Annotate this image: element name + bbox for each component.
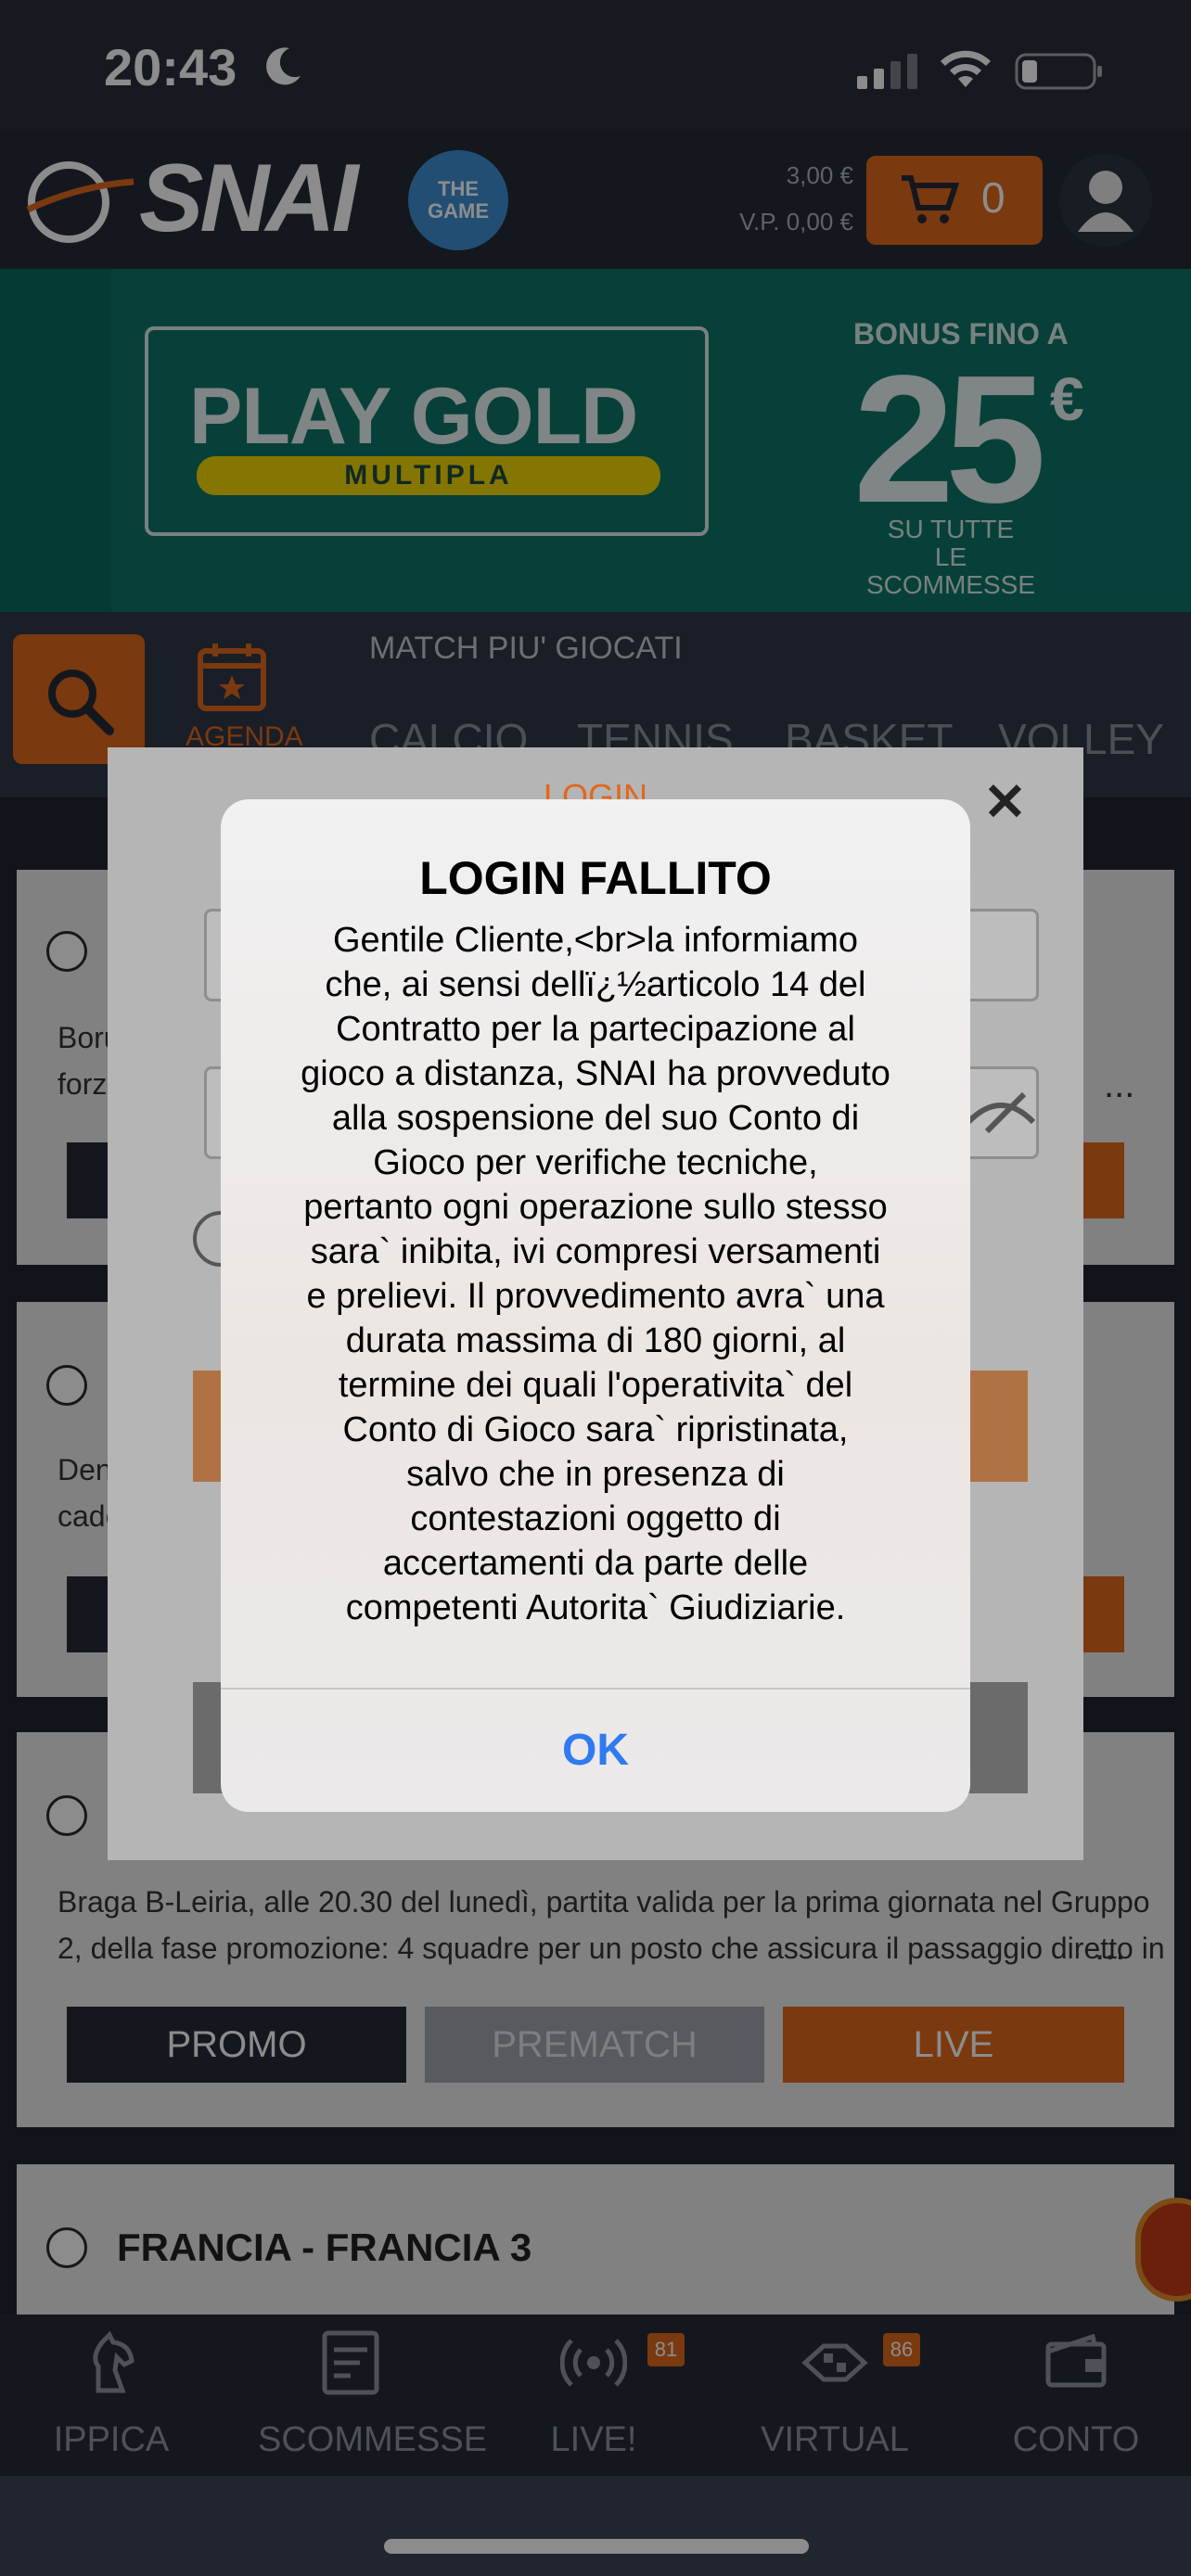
eye-off-icon[interactable] [965, 1085, 1037, 1139]
ok-button[interactable]: OK [221, 1690, 970, 1812]
alert-title: LOGIN FALLITO [419, 852, 772, 904]
close-icon[interactable]: ✕ [983, 772, 1027, 833]
alert-message: Gentile Cliente,<br>la informiamo che, a… [301, 921, 890, 1627]
